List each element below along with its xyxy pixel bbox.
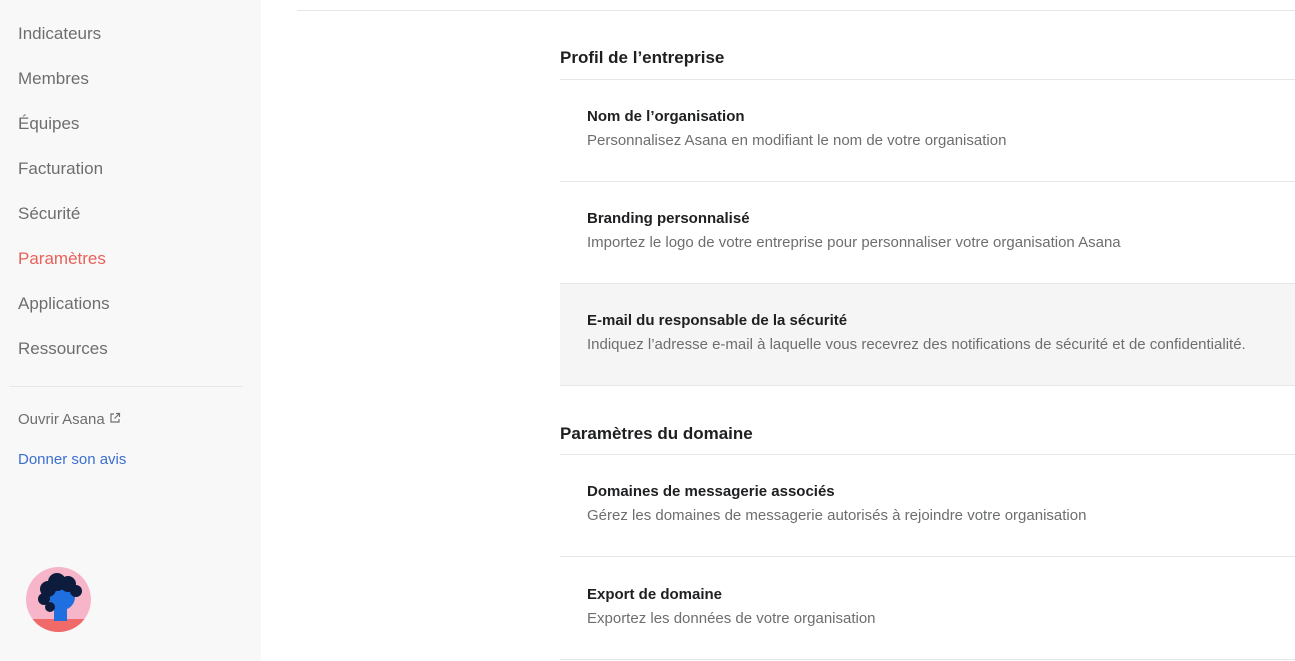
section-title-company-profile: Profil de l’entreprise — [560, 48, 725, 67]
sidebar-item-parametres[interactable]: Paramètres — [18, 249, 106, 269]
user-avatar[interactable] — [26, 567, 91, 632]
settings-row-domain-export[interactable]: Export de domaine Exportez les données d… — [560, 558, 1295, 660]
settings-row-email-domains[interactable]: Domaines de messagerie associés Gérez le… — [560, 455, 1295, 557]
row-description: Indiquez l’adresse e-mail à laquelle vou… — [587, 336, 1246, 353]
sidebar-item-equipes[interactable]: Équipes — [18, 114, 79, 134]
row-description: Importez le logo de votre entreprise pou… — [587, 234, 1121, 251]
row-title: Branding personnalisé — [587, 210, 750, 227]
avatar-illustration-icon — [26, 573, 91, 632]
row-description: Exportez les données de votre organisati… — [587, 610, 876, 627]
sidebar-item-indicateurs[interactable]: Indicateurs — [18, 24, 101, 44]
settings-row-custom-branding[interactable]: Branding personnalisé Importez le logo d… — [560, 182, 1295, 284]
sidebar-item-membres[interactable]: Membres — [18, 69, 89, 89]
row-title: Domaines de messagerie associés — [587, 483, 835, 500]
sidebar-item-ressources[interactable]: Ressources — [18, 339, 108, 359]
row-description: Personnalisez Asana en modifiant le nom … — [587, 132, 1007, 149]
sidebar-item-securite[interactable]: Sécurité — [18, 204, 80, 224]
sidebar-divider — [9, 386, 243, 387]
open-asana-label: Ouvrir Asana — [18, 411, 105, 428]
give-feedback-link[interactable]: Donner son avis — [18, 451, 126, 468]
settings-row-organization-name[interactable]: Nom de l’organisation Personnalisez Asan… — [560, 80, 1295, 182]
section-title-domain-settings: Paramètres du domaine — [560, 424, 753, 443]
row-title: Export de domaine — [587, 586, 723, 603]
settings-row-security-email[interactable]: E-mail du responsable de la sécurité Ind… — [560, 284, 1295, 386]
top-divider — [297, 10, 1295, 11]
admin-sidebar: Indicateurs Membres Équipes Facturation … — [0, 0, 261, 661]
open-asana-link[interactable]: Ouvrir Asana — [18, 411, 121, 428]
row-description: Gérez les domaines de messagerie autoris… — [587, 507, 1087, 524]
row-title: Nom de l’organisation — [587, 108, 745, 125]
external-link-icon — [110, 412, 120, 423]
sidebar-item-applications[interactable]: Applications — [18, 294, 110, 314]
sidebar-item-facturation[interactable]: Facturation — [18, 159, 103, 179]
row-title: E-mail du responsable de la sécurité — [587, 312, 848, 329]
